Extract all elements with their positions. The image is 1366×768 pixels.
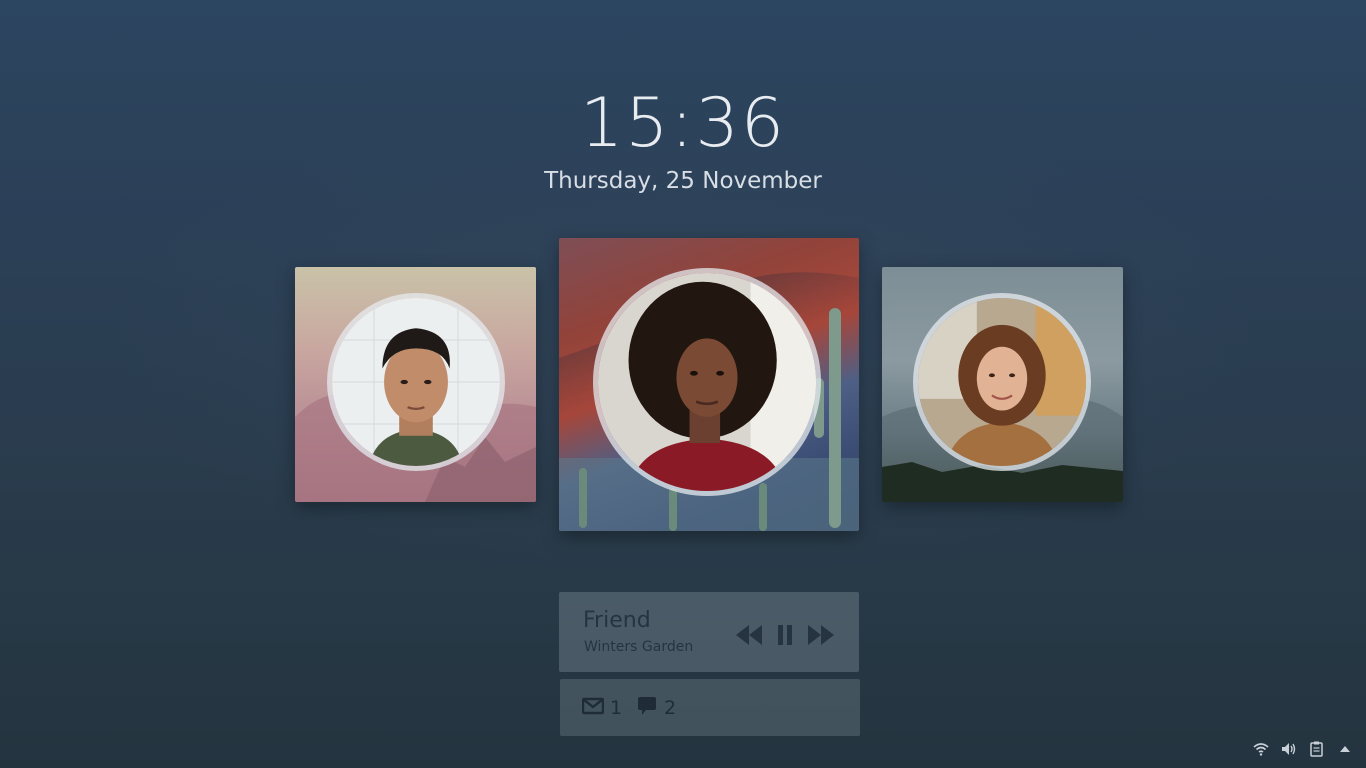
mail-icon bbox=[581, 697, 605, 720]
message-count: 2 bbox=[664, 697, 677, 719]
user-card-right[interactable] bbox=[882, 267, 1123, 502]
media-artist: Winters Garden bbox=[584, 639, 694, 655]
user-avatar-man[interactable] bbox=[327, 293, 505, 471]
mail-count: 1 bbox=[610, 697, 623, 719]
arrow-up-icon[interactable] bbox=[1336, 740, 1354, 758]
chat-bubble-icon bbox=[636, 695, 658, 722]
next-icon[interactable] bbox=[807, 622, 835, 648]
clock: 15:36 Thursday, 25 November bbox=[0, 82, 1366, 196]
clipboard-icon[interactable] bbox=[1308, 740, 1326, 758]
user-avatar-woman-brown[interactable] bbox=[913, 293, 1091, 471]
user-avatar-woman-curly[interactable] bbox=[593, 268, 821, 496]
media-title: Friend bbox=[583, 608, 651, 633]
clock-date: Thursday, 25 November bbox=[544, 168, 822, 194]
notifications-panel: 1 2 bbox=[560, 679, 860, 736]
user-card-left[interactable] bbox=[295, 267, 536, 502]
wifi-icon[interactable] bbox=[1252, 740, 1270, 758]
pause-icon[interactable] bbox=[776, 622, 794, 648]
clock-time: 15:36 bbox=[580, 84, 786, 163]
previous-icon[interactable] bbox=[735, 622, 763, 648]
message-notification[interactable]: 2 bbox=[636, 695, 676, 721]
volume-icon[interactable] bbox=[1280, 740, 1298, 758]
system-tray bbox=[1252, 740, 1354, 758]
user-card-center[interactable] bbox=[559, 238, 859, 531]
media-player: Friend Winters Garden bbox=[559, 592, 859, 672]
mail-notification[interactable]: 1 bbox=[581, 695, 623, 721]
